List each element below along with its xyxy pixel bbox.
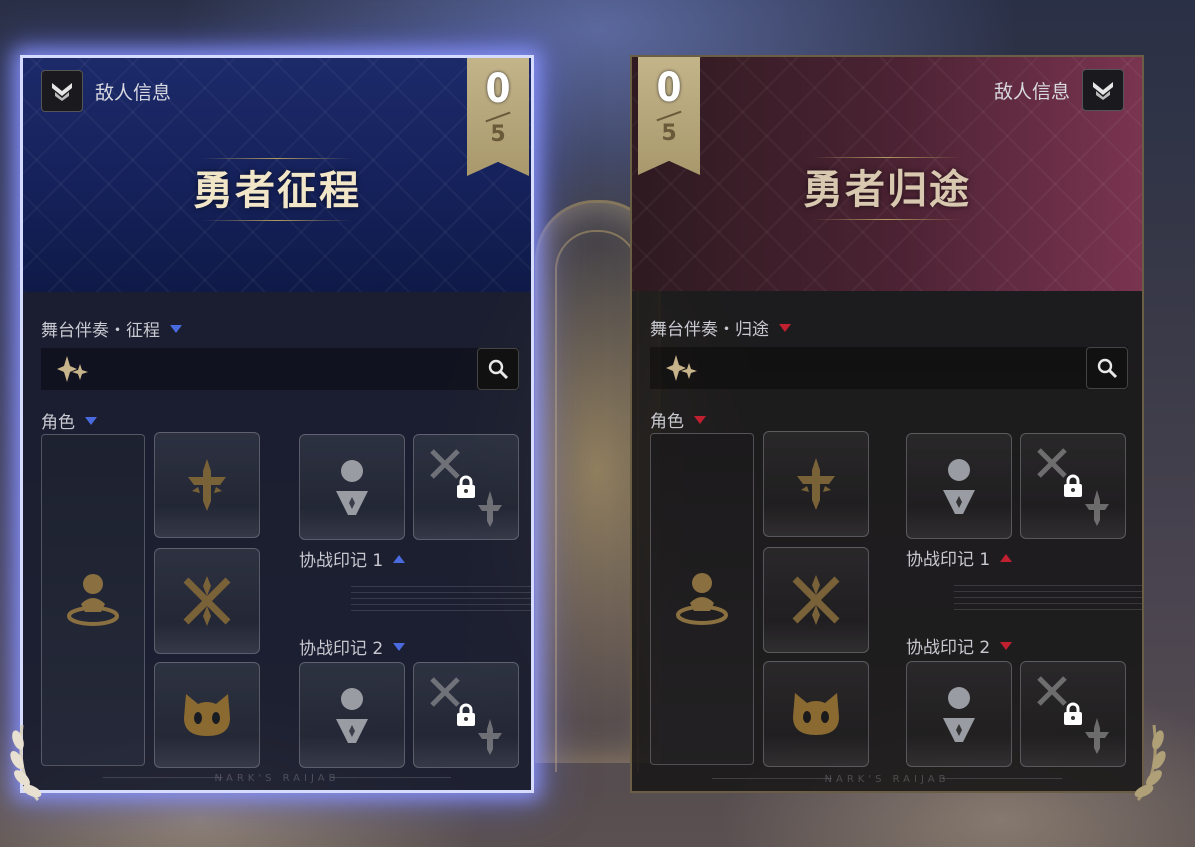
sparkle-icon [666,355,698,385]
accompaniment-field[interactable] [41,348,519,390]
footer-divider [331,777,451,778]
panel-hero-return[interactable]: 敌人信息 0 5 勇者归途 舞台伴奏・归途 角色 协战印记 1 协战印记 2 N… [630,55,1144,793]
background-arch-inner [555,230,639,772]
support-seal-2-label: 协战印记 2 [906,638,991,658]
chevron-down-icon [393,642,406,651]
progress-total: 5 [661,121,677,146]
laurel-right-icon [1134,724,1166,801]
sword-emblem-icon [797,458,835,510]
sword-emblem-icon [188,459,226,511]
accompaniment-dropdown[interactable]: 舞台伴奏・征程 [41,316,182,341]
creature-face-icon [793,693,839,735]
progress-total: 5 [490,122,506,147]
progress-current: 0 [656,65,682,111]
support-seal-2-toggle[interactable]: 协战印记 2 [299,634,406,659]
panel-hero-journey[interactable]: 敌人信息 0 5 勇者征程 舞台伴奏・征程 角色 协战印记 1 协战印记 2 N… [20,55,534,793]
footer-mark: NARK'S RAIJAB [214,773,340,784]
character-silhouette-icon [676,573,728,625]
character-silhouette-icon [943,687,975,742]
pet-slot[interactable] [763,661,869,767]
search-button[interactable] [477,348,519,390]
progress-divider [656,110,682,122]
enemy-info-label: 敌人信息 [95,81,172,104]
skill-slot[interactable] [154,548,260,654]
sword-emblem-icon [478,491,502,527]
chevron-up-icon [1000,553,1013,562]
footer-mark: NARK'S RAIJAB [824,774,950,785]
chevron-down-icon [170,324,182,333]
support-seal-1-label: 协战印记 1 [299,551,384,571]
pet-slot[interactable] [154,662,260,768]
support-character-slot[interactable] [906,433,1012,539]
chevron-down-icon [1000,641,1013,650]
progress-current: 0 [485,66,511,112]
chevron-up-icon [393,554,406,563]
skill-slot[interactable] [763,547,869,653]
chevron-down-icon [85,416,97,425]
enemy-emblem-icon [41,70,83,112]
role-label: 角色 [650,412,684,432]
sparkle-icon [57,356,89,386]
role-dropdown[interactable]: 角色 [650,407,706,432]
footer-divider [942,778,1062,779]
mode-title: 勇者归途 [803,166,971,213]
enemy-info-button[interactable]: 敌人信息 [994,69,1124,111]
character-slot[interactable] [650,433,754,765]
support-character-slot[interactable] [299,434,405,540]
search-icon [1097,358,1118,379]
support-seal-1-toggle[interactable]: 协战印记 1 [906,545,1013,570]
character-silhouette-icon [336,460,368,515]
sword-emblem-icon [1085,490,1109,526]
support-seal-1-label: 协战印记 1 [906,550,991,570]
weapon-slot[interactable] [763,431,869,537]
support-seal-2-label: 协战印记 2 [299,639,384,659]
title-ornament-bottom [812,219,962,220]
laurel-left-icon [10,724,42,801]
progress-divider [485,111,511,123]
title-ornament-bottom [202,220,352,221]
mode-title: 勇者征程 [193,167,361,214]
sword-emblem-icon [478,719,502,755]
creature-face-icon [184,694,230,736]
accompaniment-field[interactable] [650,347,1128,389]
support-seal-1-toggle[interactable]: 协战印记 1 [299,546,406,571]
support-locked-slot[interactable] [1020,433,1126,539]
character-silhouette-icon [67,574,119,626]
accompaniment-label: 舞台伴奏・征程 [41,321,160,341]
role-dropdown[interactable]: 角色 [41,408,97,433]
enemy-info-button[interactable]: 敌人信息 [41,70,171,112]
support-seal-2-toggle[interactable]: 协战印记 2 [906,633,1013,658]
chevron-down-icon [779,323,791,332]
character-silhouette-icon [943,459,975,514]
enemy-emblem-icon [1082,69,1124,111]
crossed-swords-icon [792,575,840,625]
search-button[interactable] [1086,347,1128,389]
support-character-slot[interactable] [906,661,1012,767]
seal-description-text [954,585,1142,615]
chevron-down-icon [694,415,706,424]
support-character-slot[interactable] [299,662,405,768]
support-locked-slot[interactable] [413,434,519,540]
crossed-swords-icon [183,576,231,626]
character-silhouette-icon [336,688,368,743]
support-locked-slot[interactable] [1020,661,1126,767]
accompaniment-dropdown[interactable]: 舞台伴奏・归途 [650,315,791,340]
weapon-slot[interactable] [154,432,260,538]
accompaniment-label: 舞台伴奏・归途 [650,320,769,340]
enemy-info-label: 敌人信息 [993,80,1070,103]
support-locked-slot[interactable] [413,662,519,768]
sword-emblem-icon [1085,718,1109,754]
role-label: 角色 [41,413,75,433]
search-icon [488,359,509,380]
seal-description-text [351,586,531,616]
